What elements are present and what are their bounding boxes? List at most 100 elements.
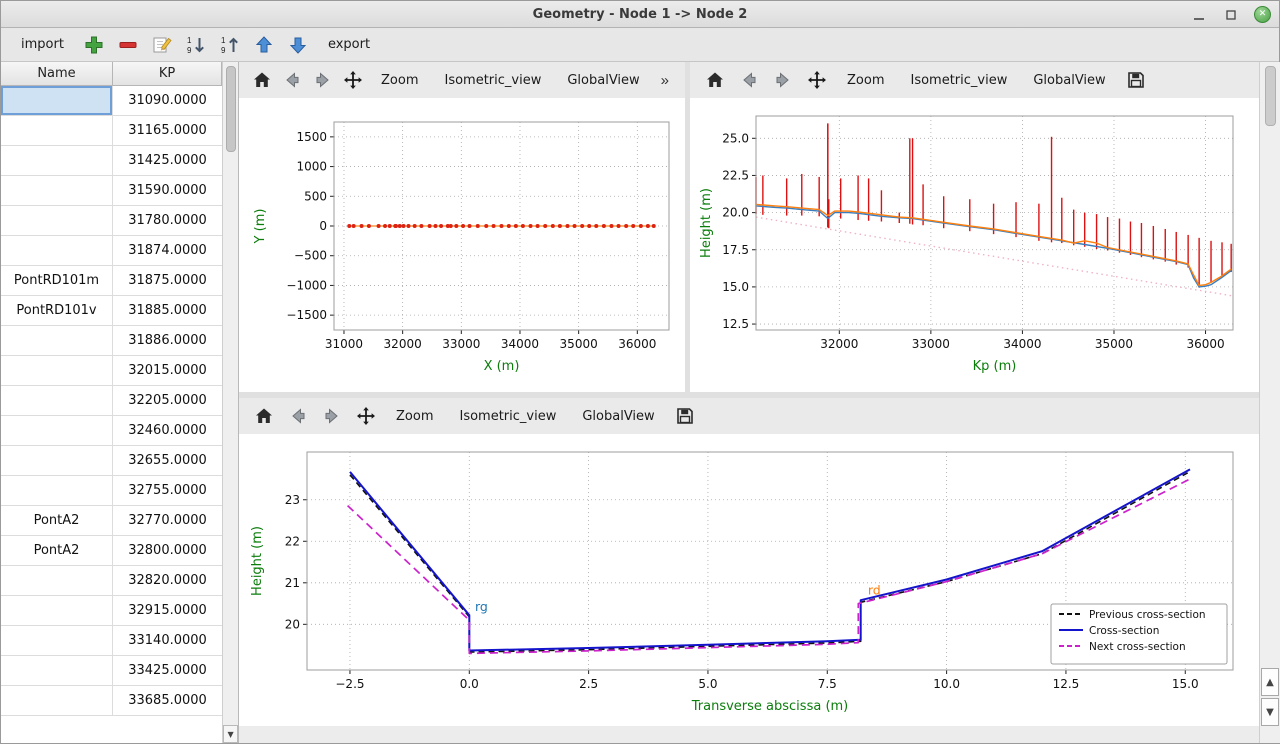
sort-descending-button[interactable] xyxy=(182,31,210,59)
forward-button[interactable] xyxy=(310,66,336,94)
col-header-name[interactable]: Name xyxy=(1,62,113,86)
scroll-up-button[interactable]: ▲ xyxy=(1261,668,1279,696)
cell-name[interactable] xyxy=(1,236,113,265)
cell-kp[interactable]: 31885.0000 xyxy=(113,296,222,325)
table-row[interactable]: PontRD101m31875.0000 xyxy=(1,266,222,296)
table-row[interactable]: 32915.0000 xyxy=(1,596,222,626)
add-row-button[interactable] xyxy=(80,31,108,59)
edit-button[interactable] xyxy=(148,31,176,59)
cell-name[interactable] xyxy=(1,206,113,235)
main-scrollbar[interactable]: ▲ ▼ xyxy=(1259,62,1280,743)
cell-name[interactable]: PontA2 xyxy=(1,536,113,565)
table-row[interactable]: 32820.0000 xyxy=(1,566,222,596)
toolbar-overflow-button[interactable]: » xyxy=(655,70,675,91)
cell-kp[interactable]: 32655.0000 xyxy=(113,446,222,475)
back-button[interactable] xyxy=(279,66,305,94)
col-header-kp[interactable]: KP xyxy=(113,62,222,86)
zoom-button[interactable]: Zoom xyxy=(836,68,895,93)
pan-button[interactable] xyxy=(351,402,381,430)
cell-kp[interactable]: 32820.0000 xyxy=(113,566,222,595)
cell-kp[interactable]: 32460.0000 xyxy=(113,416,222,445)
isometric-view-button[interactable]: Isometric_view xyxy=(448,404,567,429)
cell-kp[interactable]: 32015.0000 xyxy=(113,356,222,385)
plan-view-chart[interactable]: 310003200033000340003500036000−1500−1000… xyxy=(239,98,685,392)
cell-kp[interactable]: 31875.0000 xyxy=(113,266,222,295)
pan-button[interactable] xyxy=(802,66,832,94)
cell-kp[interactable]: 32205.0000 xyxy=(113,386,222,415)
cell-kp[interactable]: 33425.0000 xyxy=(113,656,222,685)
cell-name[interactable] xyxy=(1,656,113,685)
cell-kp[interactable]: 31090.0000 xyxy=(113,86,222,115)
cell-name[interactable]: PontRD101v xyxy=(1,296,113,325)
table-row[interactable]: 31425.0000 xyxy=(1,146,222,176)
table-row[interactable]: 33425.0000 xyxy=(1,656,222,686)
cell-kp[interactable]: 31780.0000 xyxy=(113,206,222,235)
cell-name[interactable] xyxy=(1,626,113,655)
cell-name[interactable] xyxy=(1,146,113,175)
cell-kp[interactable]: 33140.0000 xyxy=(113,626,222,655)
cell-name[interactable] xyxy=(1,356,113,385)
pan-button[interactable] xyxy=(340,66,366,94)
table-row[interactable]: 33140.0000 xyxy=(1,626,222,656)
cell-kp[interactable]: 31425.0000 xyxy=(113,146,222,175)
table-scrollbar-thumb[interactable] xyxy=(226,66,236,152)
table-row[interactable]: PontRD101v31885.0000 xyxy=(1,296,222,326)
restore-button[interactable] xyxy=(1222,6,1240,24)
table-row[interactable]: 32755.0000 xyxy=(1,476,222,506)
save-figure-button[interactable] xyxy=(670,402,700,430)
cell-kp[interactable]: 32915.0000 xyxy=(113,596,222,625)
cell-name[interactable] xyxy=(1,386,113,415)
global-view-button[interactable]: GlobalView xyxy=(556,68,650,93)
cell-kp[interactable]: 32770.0000 xyxy=(113,506,222,535)
cell-name[interactable] xyxy=(1,566,113,595)
table-row[interactable]: 31780.0000 xyxy=(1,206,222,236)
main-scrollbar-thumb[interactable] xyxy=(1265,66,1276,126)
cell-name[interactable] xyxy=(1,86,113,115)
home-button[interactable] xyxy=(700,66,730,94)
home-button[interactable] xyxy=(249,66,275,94)
global-view-button[interactable]: GlobalView xyxy=(1022,68,1116,93)
cell-name[interactable] xyxy=(1,476,113,505)
cross-section-chart[interactable]: −2.50.02.55.07.510.012.515.020212223rgrd… xyxy=(239,434,1259,726)
cell-kp[interactable]: 31874.0000 xyxy=(113,236,222,265)
cell-kp[interactable]: 31590.0000 xyxy=(113,176,222,205)
profile-chart[interactable]: 320003300034000350003600012.515.017.520.… xyxy=(690,98,1259,392)
main-scrollbar-track[interactable] xyxy=(1260,126,1280,667)
cell-name[interactable] xyxy=(1,446,113,475)
move-down-button[interactable] xyxy=(284,31,312,59)
table-row[interactable]: 31090.0000 xyxy=(1,86,222,116)
cell-name[interactable]: PontA2 xyxy=(1,506,113,535)
zoom-button[interactable]: Zoom xyxy=(370,68,429,93)
cell-name[interactable] xyxy=(1,116,113,145)
table-row[interactable]: 33685.0000 xyxy=(1,686,222,716)
table-row[interactable]: 31874.0000 xyxy=(1,236,222,266)
table-row[interactable]: 32015.0000 xyxy=(1,356,222,386)
table-row[interactable]: 32655.0000 xyxy=(1,446,222,476)
scroll-down-button[interactable]: ▼ xyxy=(1261,698,1279,726)
cell-kp[interactable]: 31165.0000 xyxy=(113,116,222,145)
cell-name[interactable] xyxy=(1,326,113,355)
table-row[interactable]: 31590.0000 xyxy=(1,176,222,206)
table-scrollbar[interactable]: ▼ xyxy=(222,62,238,743)
table-row[interactable]: 31165.0000 xyxy=(1,116,222,146)
cell-name[interactable] xyxy=(1,596,113,625)
table-row[interactable]: 31886.0000 xyxy=(1,326,222,356)
cell-kp[interactable]: 32800.0000 xyxy=(113,536,222,565)
forward-button[interactable] xyxy=(768,66,798,94)
back-button[interactable] xyxy=(734,66,764,94)
import-button[interactable]: import xyxy=(11,33,74,56)
move-up-button[interactable] xyxy=(250,31,278,59)
global-view-button[interactable]: GlobalView xyxy=(571,404,665,429)
table-row[interactable]: 32205.0000 xyxy=(1,386,222,416)
cell-name[interactable] xyxy=(1,176,113,205)
save-figure-button[interactable] xyxy=(1121,66,1151,94)
cell-kp[interactable]: 32755.0000 xyxy=(113,476,222,505)
close-button[interactable]: ✕ xyxy=(1254,6,1271,23)
minimize-button[interactable] xyxy=(1190,6,1208,24)
zoom-button[interactable]: Zoom xyxy=(385,404,444,429)
forward-button[interactable] xyxy=(317,402,347,430)
sort-ascending-button[interactable] xyxy=(216,31,244,59)
cell-name[interactable] xyxy=(1,686,113,715)
back-button[interactable] xyxy=(283,402,313,430)
isometric-view-button[interactable]: Isometric_view xyxy=(899,68,1018,93)
